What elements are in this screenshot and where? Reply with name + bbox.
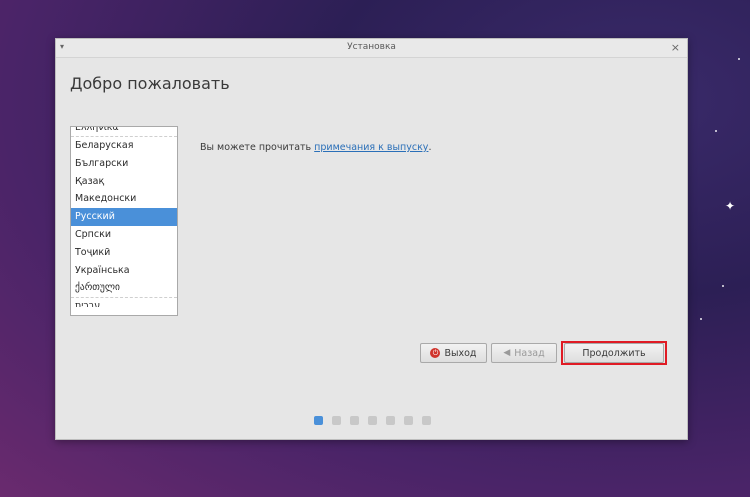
progress-step <box>386 416 395 425</box>
window-title: Установка <box>347 42 396 52</box>
star-dot <box>738 58 740 60</box>
list-item[interactable]: Тоҷикӣ <box>71 244 177 262</box>
progress-step <box>368 416 377 425</box>
list-item[interactable]: ქართული <box>71 279 177 297</box>
list-item[interactable]: Ελληνικά <box>71 127 177 137</box>
release-notes-suffix: . <box>428 142 432 153</box>
back-button-label: Назад <box>514 347 545 359</box>
progress-step <box>404 416 413 425</box>
list-item[interactable]: Български <box>71 155 177 173</box>
progress-step <box>350 416 359 425</box>
release-notes-link[interactable]: примечания к выпуску <box>314 142 428 153</box>
release-notes-prefix: Вы можете прочитать <box>200 142 315 153</box>
quit-button[interactable]: ⏻ Выход <box>420 343 487 363</box>
star-dot <box>715 130 717 132</box>
star-dot <box>722 285 724 287</box>
back-button[interactable]: ◀ Назад <box>491 343 557 363</box>
progress-steps <box>314 416 431 425</box>
list-item-selected[interactable]: Русский <box>71 208 177 226</box>
power-icon: ⏻ <box>430 348 441 358</box>
installer-window: ▾ Установка × Добро пожаловать Ελληνικά … <box>55 38 688 440</box>
arrow-left-icon: ◀ <box>503 348 511 358</box>
title-bar: ▾ Установка × <box>56 39 687 58</box>
star-decoration: ✦ <box>725 199 736 213</box>
list-item[interactable]: עברית <box>71 297 177 307</box>
progress-step <box>332 416 341 425</box>
list-item[interactable]: Українська <box>71 262 177 280</box>
list-item[interactable]: Беларуская <box>71 137 177 155</box>
language-list[interactable]: Ελληνικά Беларуская Български Қазақ Маке… <box>70 126 178 316</box>
star-dot <box>700 318 702 320</box>
progress-step <box>422 416 431 425</box>
continue-highlight-box <box>561 341 667 365</box>
progress-step-active <box>314 416 323 425</box>
close-icon[interactable]: × <box>671 41 680 54</box>
page-title: Добро пожаловать <box>70 74 230 93</box>
list-item[interactable]: Српски <box>71 226 177 244</box>
release-notes-text: Вы можете прочитать примечания к выпуску… <box>200 142 431 153</box>
list-item[interactable]: Қазақ <box>71 173 177 191</box>
list-item[interactable]: Македонски <box>71 190 177 208</box>
quit-button-label: Выход <box>444 347 477 359</box>
